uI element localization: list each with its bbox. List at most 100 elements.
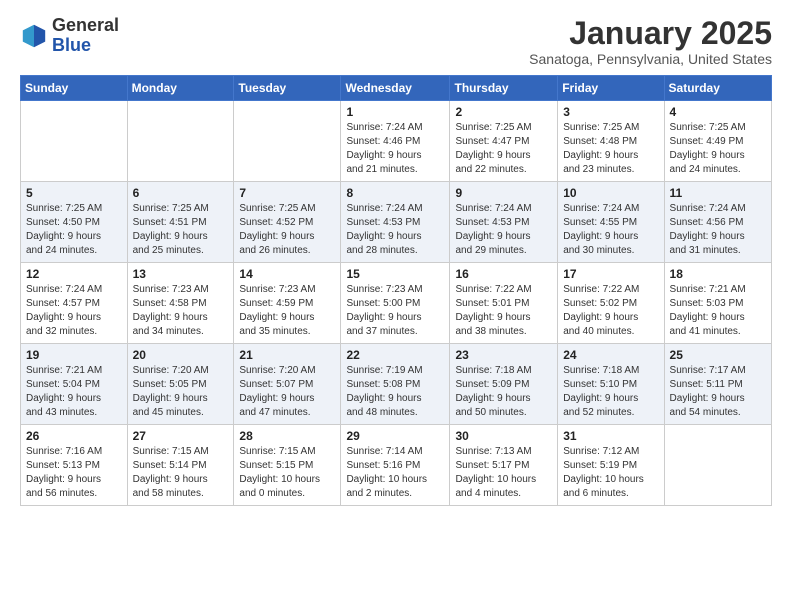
day-info-2: Sunrise: 7:25 AM Sunset: 4:47 PM Dayligh… (455, 121, 552, 177)
day-info-17: Sunrise: 7:22 AM Sunset: 5:02 PM Dayligh… (563, 283, 658, 339)
header-saturday: Saturday (664, 76, 771, 101)
calendar-cell-w1-d5: 3Sunrise: 7:25 AM Sunset: 4:48 PM Daylig… (558, 101, 664, 182)
day-number-13: 13 (133, 267, 229, 281)
day-info-10: Sunrise: 7:24 AM Sunset: 4:55 PM Dayligh… (563, 202, 658, 258)
calendar-cell-w3-d5: 17 Sunrise: 7:22 AM Sunset: 5:02 PM Dayli… (558, 263, 664, 344)
day-info-25: Sunrise: 7:17 AM Sunset: 5:11 PM Dayligh… (670, 364, 766, 420)
calendar-cell-w5-d3: 29Sunrise: 7:14 AM Sunset: 5:16 PM Dayli… (341, 425, 450, 506)
day-number-27: 27 (133, 429, 229, 443)
day-number-11: 11 (670, 186, 766, 200)
calendar-cell-w2-d4: 9 Sunrise: 7:24 AM Sunset: 4:53 PM Daylig… (450, 182, 558, 263)
day-info-28: Sunrise: 7:15 AM Sunset: 5:15 PM Dayligh… (239, 445, 335, 501)
calendar-cell-w1-d1 (127, 101, 234, 182)
header-monday: Monday (127, 76, 234, 101)
day-info-20: Sunrise: 7:20 AM Sunset: 5:05 PM Dayligh… (133, 364, 229, 420)
calendar-cell-w5-d5: 31Sunrise: 7:12 AM Sunset: 5:19 PM Dayli… (558, 425, 664, 506)
day-number-7: 7 (239, 186, 335, 200)
location-subtitle: Sanatoga, Pennsylvania, United States (529, 51, 772, 67)
calendar-cell-w2-d0: 5Sunrise: 7:25 AM Sunset: 4:50 PM Daylig… (21, 182, 128, 263)
logo-text: General Blue (52, 16, 119, 56)
calendar-week-row-4: 19 Sunrise: 7:21 AM Sunset: 5:04 PM Dayli… (21, 344, 772, 425)
header: General Blue January 2025 Sanatoga, Penn… (20, 16, 772, 67)
day-info-22: Sunrise: 7:19 AM Sunset: 5:08 PM Dayligh… (346, 364, 444, 420)
day-info-4: Sunrise: 7:25 AM Sunset: 4:49 PM Dayligh… (670, 121, 766, 177)
calendar-week-row-5: 26 Sunrise: 7:16 AM Sunset: 5:13 PM Dayli… (21, 425, 772, 506)
calendar-cell-w2-d5: 10 Sunrise: 7:24 AM Sunset: 4:55 PM Dayli… (558, 182, 664, 263)
day-number-4: 4 (670, 105, 766, 119)
calendar-week-row-2: 5Sunrise: 7:25 AM Sunset: 4:50 PM Daylig… (21, 182, 772, 263)
calendar-cell-w1-d2 (234, 101, 341, 182)
page: General Blue January 2025 Sanatoga, Penn… (0, 0, 792, 612)
calendar-week-row-3: 12 Sunrise: 7:24 AM Sunset: 4:57 PM Dayli… (21, 263, 772, 344)
day-number-1: 1 (346, 105, 444, 119)
day-info-15: Sunrise: 7:23 AM Sunset: 5:00 PM Dayligh… (346, 283, 444, 339)
header-tuesday: Tuesday (234, 76, 341, 101)
day-number-17: 17 (563, 267, 658, 281)
calendar-cell-w1-d4: 2 Sunrise: 7:25 AM Sunset: 4:47 PM Daylig… (450, 101, 558, 182)
day-number-9: 9 (455, 186, 552, 200)
calendar-cell-w4-d0: 19 Sunrise: 7:21 AM Sunset: 5:04 PM Dayli… (21, 344, 128, 425)
day-info-14: Sunrise: 7:23 AM Sunset: 4:59 PM Dayligh… (239, 283, 335, 339)
day-number-22: 22 (346, 348, 444, 362)
calendar-cell-w5-d4: 30Sunrise: 7:13 AM Sunset: 5:17 PM Dayli… (450, 425, 558, 506)
logo-icon (20, 22, 48, 50)
day-number-3: 3 (563, 105, 658, 119)
day-number-18: 18 (670, 267, 766, 281)
calendar-cell-w5-d6 (664, 425, 771, 506)
calendar-cell-w3-d0: 12 Sunrise: 7:24 AM Sunset: 4:57 PM Dayli… (21, 263, 128, 344)
logo: General Blue (20, 16, 119, 56)
calendar-cell-w4-d6: 25 Sunrise: 7:17 AM Sunset: 5:11 PM Dayli… (664, 344, 771, 425)
calendar-week-row-1: 1Sunrise: 7:24 AM Sunset: 4:46 PM Daylig… (21, 101, 772, 182)
day-number-15: 15 (346, 267, 444, 281)
calendar-cell-w5-d0: 26 Sunrise: 7:16 AM Sunset: 5:13 PM Dayli… (21, 425, 128, 506)
day-number-14: 14 (239, 267, 335, 281)
calendar-cell-w2-d1: 6Sunrise: 7:25 AM Sunset: 4:51 PM Daylig… (127, 182, 234, 263)
day-info-11: Sunrise: 7:24 AM Sunset: 4:56 PM Dayligh… (670, 202, 766, 258)
day-info-31: Sunrise: 7:12 AM Sunset: 5:19 PM Dayligh… (563, 445, 658, 501)
weekday-header-row: Sunday Monday Tuesday Wednesday Thursday… (21, 76, 772, 101)
calendar-table: Sunday Monday Tuesday Wednesday Thursday… (20, 75, 772, 506)
day-number-2: 2 (455, 105, 552, 119)
day-info-21: Sunrise: 7:20 AM Sunset: 5:07 PM Dayligh… (239, 364, 335, 420)
day-info-7: Sunrise: 7:25 AM Sunset: 4:52 PM Dayligh… (239, 202, 335, 258)
day-number-20: 20 (133, 348, 229, 362)
day-info-19: Sunrise: 7:21 AM Sunset: 5:04 PM Dayligh… (26, 364, 122, 420)
header-thursday: Thursday (450, 76, 558, 101)
calendar-cell-w2-d2: 7 Sunrise: 7:25 AM Sunset: 4:52 PM Daylig… (234, 182, 341, 263)
day-number-10: 10 (563, 186, 658, 200)
day-number-8: 8 (346, 186, 444, 200)
day-number-12: 12 (26, 267, 122, 281)
day-number-5: 5 (26, 186, 122, 200)
calendar-cell-w4-d1: 20 Sunrise: 7:20 AM Sunset: 5:05 PM Dayli… (127, 344, 234, 425)
day-number-6: 6 (133, 186, 229, 200)
calendar-cell-w4-d2: 21 Sunrise: 7:20 AM Sunset: 5:07 PM Dayli… (234, 344, 341, 425)
day-number-26: 26 (26, 429, 122, 443)
calendar-cell-w4-d4: 23Sunrise: 7:18 AM Sunset: 5:09 PM Dayli… (450, 344, 558, 425)
day-number-30: 30 (455, 429, 552, 443)
header-wednesday: Wednesday (341, 76, 450, 101)
day-info-8: Sunrise: 7:24 AM Sunset: 4:53 PM Dayligh… (346, 202, 444, 258)
day-number-25: 25 (670, 348, 766, 362)
day-number-24: 24 (563, 348, 658, 362)
calendar-cell-w2-d6: 11 Sunrise: 7:24 AM Sunset: 4:56 PM Dayli… (664, 182, 771, 263)
logo-blue-text: Blue (52, 35, 91, 55)
calendar-cell-w3-d4: 16 Sunrise: 7:22 AM Sunset: 5:01 PM Dayli… (450, 263, 558, 344)
day-info-26: Sunrise: 7:16 AM Sunset: 5:13 PM Dayligh… (26, 445, 122, 501)
day-info-16: Sunrise: 7:22 AM Sunset: 5:01 PM Dayligh… (455, 283, 552, 339)
calendar-cell-w3-d6: 18Sunrise: 7:21 AM Sunset: 5:03 PM Dayli… (664, 263, 771, 344)
calendar-cell-w4-d3: 22 Sunrise: 7:19 AM Sunset: 5:08 PM Dayli… (341, 344, 450, 425)
calendar-cell-w1-d3: 1Sunrise: 7:24 AM Sunset: 4:46 PM Daylig… (341, 101, 450, 182)
day-info-9: Sunrise: 7:24 AM Sunset: 4:53 PM Dayligh… (455, 202, 552, 258)
day-number-16: 16 (455, 267, 552, 281)
calendar-cell-w4-d5: 24Sunrise: 7:18 AM Sunset: 5:10 PM Dayli… (558, 344, 664, 425)
calendar-cell-w3-d1: 13Sunrise: 7:23 AM Sunset: 4:58 PM Dayli… (127, 263, 234, 344)
calendar-cell-w5-d1: 27Sunrise: 7:15 AM Sunset: 5:14 PM Dayli… (127, 425, 234, 506)
day-number-19: 19 (26, 348, 122, 362)
header-sunday: Sunday (21, 76, 128, 101)
month-title: January 2025 (529, 16, 772, 51)
calendar-cell-w2-d3: 8 Sunrise: 7:24 AM Sunset: 4:53 PM Daylig… (341, 182, 450, 263)
day-info-12: Sunrise: 7:24 AM Sunset: 4:57 PM Dayligh… (26, 283, 122, 339)
day-number-21: 21 (239, 348, 335, 362)
calendar-cell-w1-d0 (21, 101, 128, 182)
day-number-29: 29 (346, 429, 444, 443)
